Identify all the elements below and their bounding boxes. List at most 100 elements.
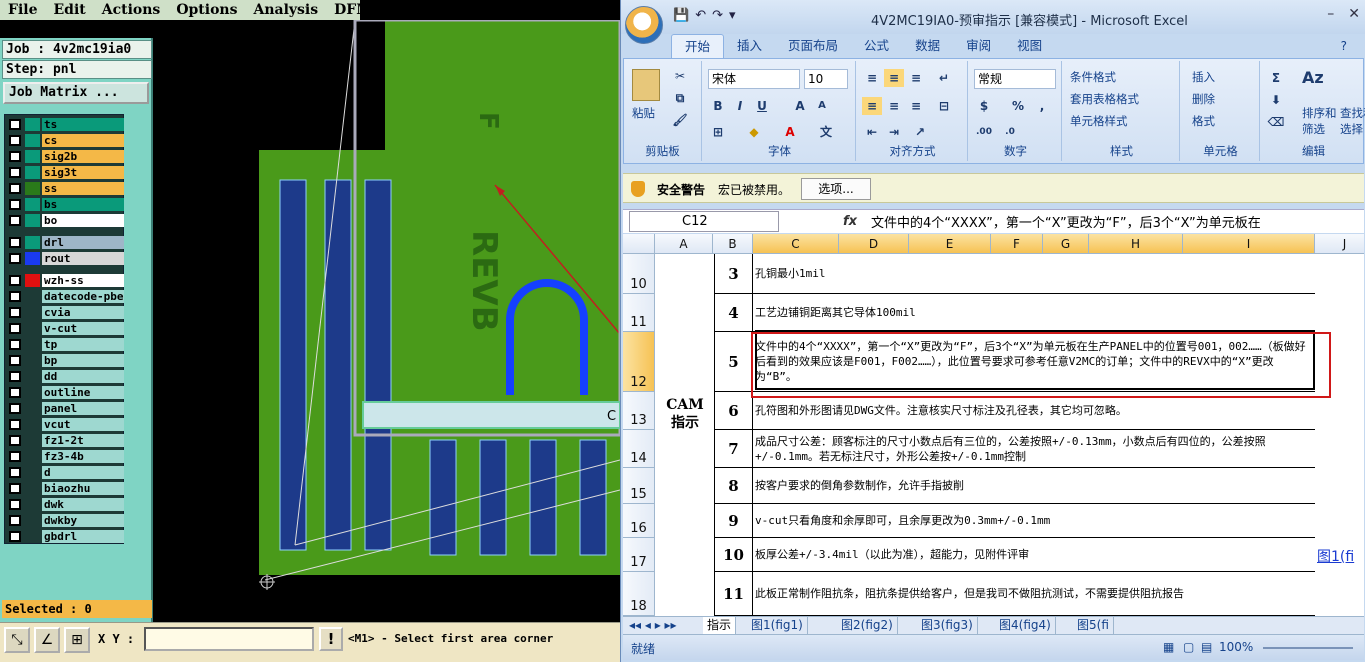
warning-icon[interactable]: !	[319, 627, 343, 651]
column-header-e[interactable]: E	[909, 234, 991, 254]
underline-icon[interactable]: U	[752, 97, 772, 115]
close-icon[interactable]: ✕	[1348, 6, 1360, 22]
layer-checkbox[interactable]	[9, 371, 21, 382]
formula-input[interactable]: 文件中的4个“XXXX”，第一个“X”更改为“F”，后3个“X”为单元板在	[871, 212, 1261, 231]
font-size-select[interactable]: 10	[804, 69, 848, 89]
select-all-corner[interactable]	[623, 234, 655, 254]
percent-icon[interactable]: %	[1008, 97, 1028, 115]
borders-icon[interactable]: ⊞	[708, 123, 728, 141]
layer-row-cs[interactable]: cs	[6, 133, 124, 148]
layer-checkbox[interactable]	[9, 323, 21, 334]
tab-view[interactable]: 视图	[1004, 34, 1055, 58]
wrap-text-icon[interactable]: ↵	[934, 69, 954, 87]
row-header[interactable]: 11	[623, 294, 655, 332]
layer-checkbox[interactable]	[9, 275, 21, 286]
sheet-tab[interactable]: 图2(fig2)	[837, 617, 898, 634]
layer-row-dwk[interactable]: dwk	[6, 497, 124, 512]
sheet-nav-icon[interactable]: ◂◂ ◂ ▸ ▸▸	[629, 618, 677, 632]
layer-row-ss[interactable]: ss	[6, 181, 124, 196]
menu-options[interactable]: Options	[168, 2, 245, 18]
column-header-i[interactable]: I	[1183, 234, 1315, 254]
zoom-slider[interactable]	[1263, 647, 1353, 649]
tab-page-layout[interactable]: 页面布局	[775, 34, 851, 58]
zoom-tool-icon[interactable]: ⤡	[4, 627, 30, 653]
column-header-a[interactable]: A	[655, 234, 713, 254]
minimize-icon[interactable]: –	[1327, 6, 1334, 22]
tab-data[interactable]: 数据	[902, 34, 953, 58]
decrease-decimal-icon[interactable]: .0	[1000, 123, 1020, 141]
layer-row-sig3t[interactable]: sig3t	[6, 165, 124, 180]
layer-checkbox[interactable]	[9, 355, 21, 366]
help-icon[interactable]: ?	[1341, 39, 1347, 53]
layer-checkbox[interactable]	[9, 387, 21, 398]
cell-styles-button[interactable]: 单元格样式	[1070, 113, 1128, 129]
sheet-tab[interactable]: 图4(fig4)	[995, 617, 1056, 634]
qat-dropdown-icon[interactable]: ▾	[729, 8, 736, 23]
layer-checkbox[interactable]	[9, 499, 21, 510]
paste-button[interactable]: 粘贴	[632, 105, 655, 121]
layer-row-sig2b[interactable]: sig2b	[6, 149, 124, 164]
pcb-canvas[interactable]: F REVB C	[155, 20, 620, 622]
format-painter-icon[interactable]: 🖌	[670, 111, 690, 129]
sheet-tab[interactable]: 指示	[703, 617, 737, 634]
increase-decimal-icon[interactable]: .00	[974, 123, 994, 141]
row-header[interactable]: 17	[623, 538, 655, 572]
bold-icon[interactable]: B	[708, 97, 728, 115]
layer-checkbox[interactable]	[9, 291, 21, 302]
tab-formulas[interactable]: 公式	[851, 34, 902, 58]
layer-row-tp[interactable]: tp	[6, 337, 124, 352]
column-header-h[interactable]: H	[1089, 234, 1183, 254]
layer-checkbox[interactable]	[9, 451, 21, 462]
format-as-table-button[interactable]: 套用表格格式	[1070, 91, 1139, 107]
table-row[interactable]: 10 板厚公差+/-3.4mil（以此为准），超能力，见附件评审	[715, 538, 1315, 572]
tab-home[interactable]: 开始	[671, 34, 725, 58]
security-options-button[interactable]: 选项...	[801, 178, 871, 200]
grid-tool-icon[interactable]: ⊞	[64, 627, 90, 653]
menu-dfm[interactable]: DFM	[326, 2, 380, 18]
normal-view-icon[interactable]: ▦	[1163, 640, 1174, 654]
layer-checkbox[interactable]	[9, 135, 21, 146]
sheet-tab[interactable]: 图3(fig3)	[917, 617, 978, 634]
job-matrix-button[interactable]: Job Matrix ...	[3, 82, 149, 104]
comma-icon[interactable]: ,	[1032, 97, 1052, 115]
column-header-f[interactable]: F	[991, 234, 1043, 254]
decrease-indent-icon[interactable]: ⇤	[862, 123, 882, 141]
insert-cells-button[interactable]: 插入	[1192, 69, 1215, 85]
measure-tool-icon[interactable]: ∠	[34, 627, 60, 653]
format-cells-button[interactable]: 格式	[1192, 113, 1215, 129]
align-center-icon[interactable]: ≡	[884, 97, 904, 115]
sort-filter-label[interactable]: 排序和	[1302, 105, 1337, 121]
office-button-icon[interactable]	[625, 6, 663, 44]
column-header-d[interactable]: D	[839, 234, 909, 254]
fx-icon[interactable]: fx	[791, 211, 861, 232]
floating-dialog-bar[interactable]	[362, 401, 620, 429]
font-color-icon[interactable]: A	[780, 123, 800, 141]
tab-insert[interactable]: 插入	[724, 34, 775, 58]
save-icon[interactable]: 💾	[673, 8, 689, 23]
menu-analysis[interactable]: Analysis	[245, 2, 326, 18]
layer-checkbox[interactable]	[9, 215, 21, 226]
layer-checkbox[interactable]	[9, 151, 21, 162]
layer-checkbox[interactable]	[9, 339, 21, 350]
layer-checkbox[interactable]	[9, 307, 21, 318]
table-row[interactable]: 9 v-cut只看角度和余厚即可，且余厚更改为0.3mm+/-0.1mm	[715, 504, 1315, 538]
align-bottom-icon[interactable]: ≡	[906, 69, 926, 87]
merge-center-icon[interactable]: ⊟	[934, 97, 954, 115]
sheet-tab[interactable]: 图1(fig1)	[747, 617, 808, 634]
sort-filter-icon[interactable]: Az	[1302, 69, 1324, 87]
conditional-format-button[interactable]: 条件格式	[1070, 69, 1116, 85]
layer-row-d[interactable]: d	[6, 465, 124, 480]
paste-icon[interactable]	[632, 69, 660, 101]
layer-checkbox[interactable]	[9, 253, 21, 264]
layer-checkbox[interactable]	[9, 435, 21, 446]
align-middle-icon[interactable]: ≡	[884, 69, 904, 87]
worksheet-grid[interactable]: ABCDEFGHIJ 10 3 孔铜最小1mil 11 4 工艺边铺铜距离其它导体100m…	[623, 234, 1364, 616]
layer-checkbox[interactable]	[9, 183, 21, 194]
phonetic-icon[interactable]: 文	[816, 123, 836, 141]
menu-edit[interactable]: Edit	[45, 2, 93, 18]
layer-row-bo[interactable]: bo	[6, 213, 124, 228]
column-header-c[interactable]: C	[753, 234, 839, 254]
layer-checkbox[interactable]	[9, 199, 21, 210]
table-row[interactable]: 7 成品尺寸公差：顾客标注的尺寸小数点后有三位的，公差按照+/-0.13mm，小数…	[715, 430, 1315, 468]
table-row[interactable]: 3 孔铜最小1mil	[715, 254, 1315, 294]
